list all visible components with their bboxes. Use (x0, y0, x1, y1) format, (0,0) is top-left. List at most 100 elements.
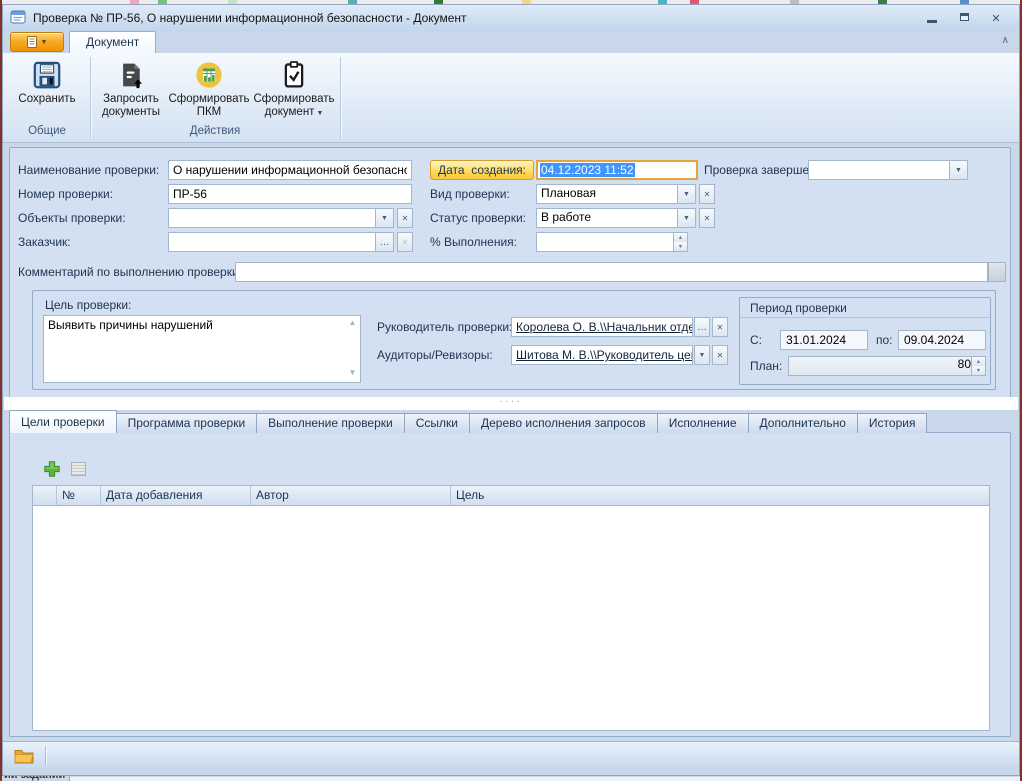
background-window-strip-bottom: ий заданий (2, 776, 1020, 781)
ribbon-group-label: Действия (91, 125, 339, 140)
comment-input[interactable] (235, 262, 988, 282)
ribbon: Сохранить Общие Запросить документы Сфор… (3, 53, 1019, 143)
comment-end-cap (988, 262, 1006, 282)
ellipsis-icon[interactable]: … (375, 233, 393, 251)
chevron-down-icon[interactable]: ▼ (375, 209, 393, 227)
kind-combo[interactable]: Плановая ▼ (536, 184, 696, 204)
auditors-clear-button[interactable]: ✕ (712, 345, 728, 365)
screen: Проверка № ПР-56, О нарушении информацио… (0, 0, 1022, 781)
save-button[interactable]: Сохранить (8, 57, 86, 106)
ribbon-group-separator (340, 57, 341, 138)
tab-request-tree[interactable]: Дерево исполнения запросов (469, 413, 658, 433)
scroll-down-icon[interactable]: ▼ (346, 368, 359, 380)
close-button[interactable]: ✕ (989, 12, 1003, 25)
tab-fulfilment[interactable]: Исполнение (657, 413, 749, 433)
request-documents-label: Запросить документы (93, 93, 169, 119)
folder-icon (14, 748, 34, 764)
background-area (70, 777, 1020, 781)
tab-additional[interactable]: Дополнительно (748, 413, 858, 433)
window-title: Проверка № ПР-56, О нарушении информацио… (33, 11, 467, 25)
tab-links[interactable]: Ссылки (404, 413, 470, 433)
goal-textarea[interactable]: Выявить причины нарушений (44, 316, 360, 382)
generate-document-button[interactable]: Сформировать документ▼ (249, 57, 339, 120)
statusbar-separator (45, 746, 46, 765)
save-icon (32, 57, 62, 93)
customer-clear-button[interactable]: ✕ (397, 232, 413, 252)
restore-button[interactable] (957, 12, 971, 24)
save-button-label: Сохранить (18, 93, 75, 106)
grid-header: № Дата добавления Автор Цель (33, 486, 989, 506)
selected-text: 04.12.2023 11:52 (540, 163, 635, 177)
head-ellipsis-button[interactable]: … (694, 317, 710, 337)
spinner: ▲ ▼ (673, 233, 687, 251)
finished-value (809, 161, 949, 179)
status-clear-button[interactable]: ✕ (699, 208, 715, 228)
chevron-down-icon: ▼ (316, 110, 323, 117)
minimize-button[interactable] (925, 12, 939, 24)
period-to-label: по: (876, 330, 893, 350)
titlebar: Проверка № ПР-56, О нарушении информацио… (3, 5, 1019, 31)
period-title: Период проверки (740, 298, 990, 318)
created-date-input[interactable]: 04.12.2023 11:52 (536, 160, 698, 180)
minimize-icon (927, 20, 937, 23)
head-label: Руководитель проверки: (377, 317, 512, 337)
list-icon (71, 462, 86, 476)
head-link-field[interactable]: Королева О. В.\\Начальник отдела (511, 317, 693, 337)
kind-clear-button[interactable]: ✕ (699, 184, 715, 204)
chevron-down-icon[interactable]: ▼ (677, 185, 695, 203)
auditors-label: Аудиторы/Ревизоры: (377, 345, 493, 365)
splitter-handle[interactable]: ∙∙∙∙ (4, 397, 1018, 410)
head-clear-button[interactable]: ✕ (712, 317, 728, 337)
folder-button[interactable] (11, 745, 37, 766)
ribbon-tab-row: ▼ Документ ∧ (3, 31, 1019, 53)
percent-value (537, 233, 673, 251)
grid-column-number[interactable]: № (57, 486, 101, 505)
objects-clear-button[interactable]: ✕ (397, 208, 413, 228)
customer-field[interactable]: … (168, 232, 394, 252)
tab-program[interactable]: Программа проверки (116, 413, 258, 433)
generate-document-label: Сформировать документ▼ (249, 93, 339, 120)
period-from-input[interactable] (780, 330, 868, 350)
background-partial-text: ий заданий (4, 776, 65, 781)
finished-combo[interactable]: ▼ (808, 160, 968, 180)
tab-goals[interactable]: Цели проверки (9, 410, 117, 433)
grid-column-date-added[interactable]: Дата добавления (101, 486, 251, 505)
tab-history[interactable]: История (857, 413, 928, 433)
objects-value (169, 209, 375, 227)
document-window-icon (10, 9, 26, 28)
request-documents-button[interactable]: Запросить документы (93, 57, 169, 119)
auditors-link-field[interactable]: Шитова М. В.\\Руководитель центр (511, 345, 693, 365)
spin-down-icon[interactable]: ▼ (972, 366, 985, 375)
application-menu-button[interactable]: ▼ (10, 32, 64, 52)
goal-textarea-wrap: Выявить причины нарушений ▲ ▼ (43, 315, 361, 383)
ribbon-tab-document[interactable]: Документ (69, 31, 156, 53)
grid-indicator-column (33, 486, 57, 505)
grid-column-author[interactable]: Автор (251, 486, 451, 505)
edit-row-button[interactable] (68, 459, 88, 479)
name-input[interactable] (168, 160, 412, 180)
objects-combo[interactable]: ▼ (168, 208, 394, 228)
request-documents-icon (117, 57, 145, 93)
spin-up-icon[interactable]: ▲ (674, 233, 687, 242)
grid-column-goal[interactable]: Цель (451, 486, 989, 505)
percent-spin-edit[interactable]: ▲ ▼ (536, 232, 688, 252)
chevron-down-icon[interactable]: ▼ (949, 161, 967, 179)
app-window: Проверка № ПР-56, О нарушении информацио… (2, 4, 1020, 776)
customer-label: Заказчик: (18, 232, 71, 252)
window-controls: ✕ (925, 5, 1003, 31)
add-row-button[interactable] (42, 459, 62, 479)
scroll-up-icon[interactable]: ▲ (346, 318, 359, 330)
number-input[interactable] (168, 184, 412, 204)
chevron-down-icon[interactable]: ▼ (677, 209, 695, 227)
period-to-input[interactable] (898, 330, 986, 350)
restore-icon (960, 13, 969, 21)
tab-execution[interactable]: Выполнение проверки (256, 413, 405, 433)
ribbon-collapse-icon[interactable]: ∧ (1002, 35, 1009, 46)
goal-groupbox: Цель проверки: Выявить причины нарушений… (32, 290, 996, 390)
generate-pkm-button[interactable]: Сформировать ПКМ (167, 57, 251, 119)
plan-spin-edit[interactable]: 80 ▲ ▼ (788, 356, 986, 376)
spin-up-icon[interactable]: ▲ (972, 357, 985, 366)
spin-down-icon[interactable]: ▼ (674, 242, 687, 251)
status-combo[interactable]: В работе ▼ (536, 208, 696, 228)
auditors-dropdown-button[interactable]: ▼ (694, 345, 710, 365)
